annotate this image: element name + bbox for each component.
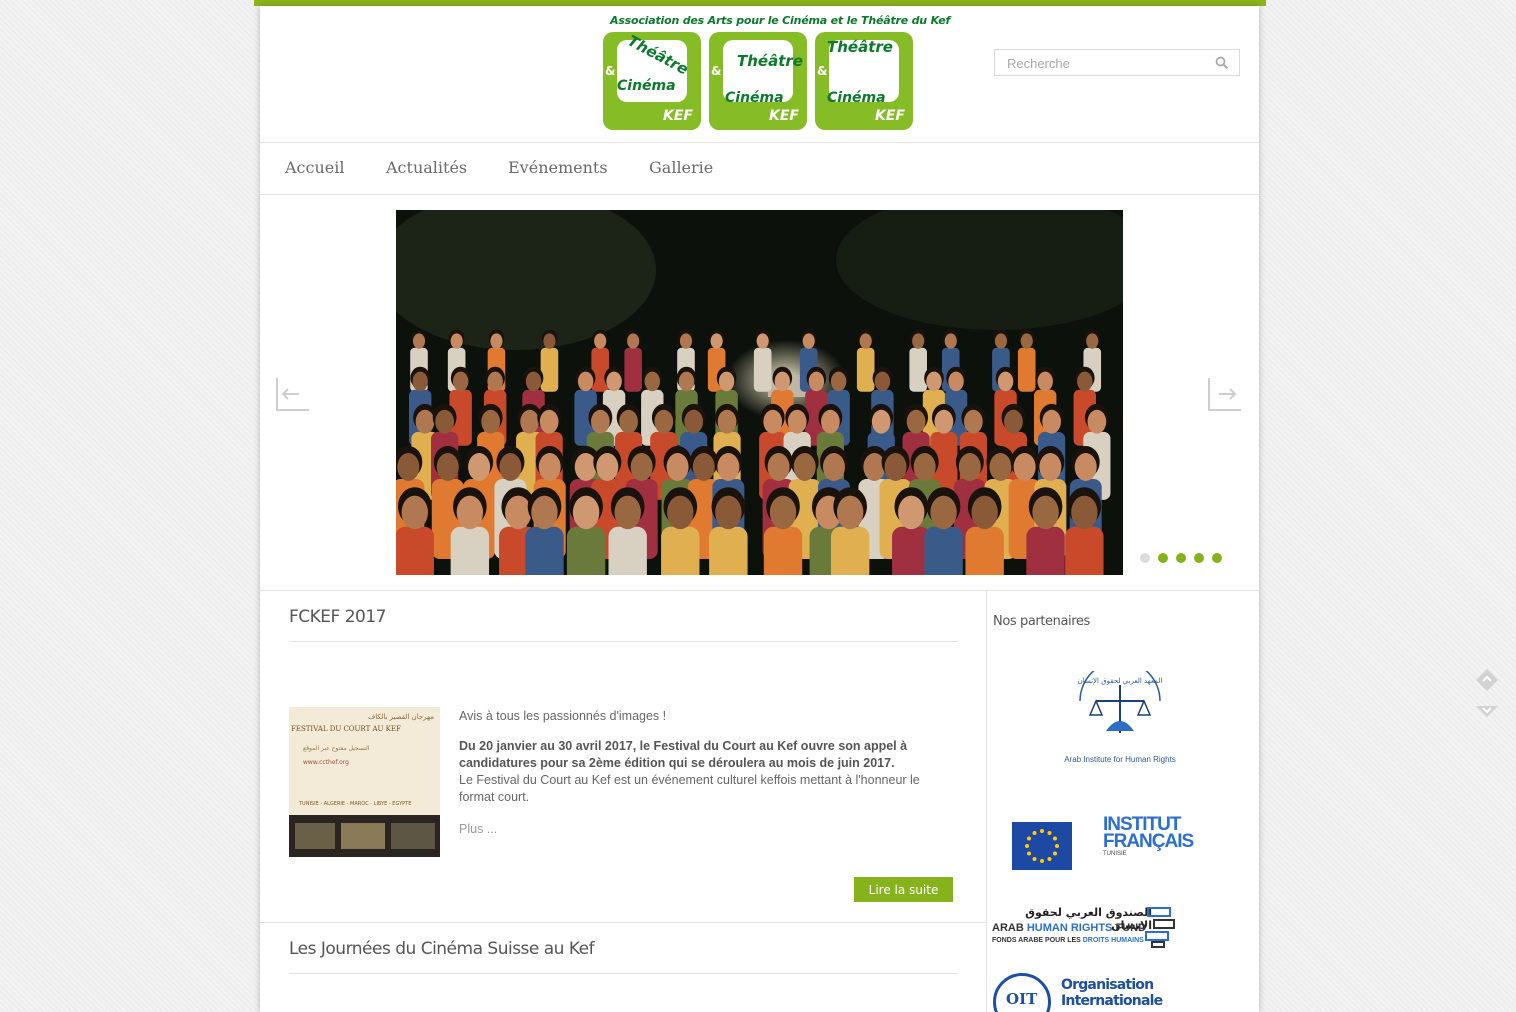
eu-stars-icon [1025,829,1059,863]
slider-dot[interactable] [1194,553,1204,563]
scroll-down-icon[interactable] [1474,702,1500,720]
arab-institute-name: Arab Institute for Human Rights [1064,755,1176,764]
ahrf-name-arab: ARAB [992,922,1024,934]
article-thumbnail[interactable]: مهرجان القصير بالكاف FESTIVAL DU COURT A… [289,707,440,857]
slider-dot[interactable] [1140,553,1150,563]
ahrf-sub: FONDS ARABE POUR LES DROITS HUMAINS [992,937,1144,944]
ahrf-sub-b: DROITS HUMAINS [1082,937,1144,944]
search-box[interactable] [994,49,1240,76]
oit-name: Organisation Internationale [1061,977,1163,1009]
ahrf-name-human-rights: HUMAN RIGHTS [1026,922,1113,934]
article-more: Plus ... [459,822,498,836]
thumb-countries: TUNISIE - ALGERIE - MAROC - LIBYE - EGYP… [299,801,412,807]
search-input[interactable] [1005,54,1209,73]
slider-next-arrow-icon[interactable] [1207,376,1243,412]
logo-word-cinema: Cinéma [725,90,784,106]
search-icon[interactable] [1215,56,1229,70]
thumb-filmstrip [289,815,440,857]
logo-word-theatre: Théâtre [827,38,893,56]
nav-item-actualites[interactable]: Actualités [386,158,467,177]
partner-institut-francais-logo[interactable]: INSTITUT FRANÇAIS TUNISIE [1103,814,1194,868]
partner-eu-flag[interactable] [1012,822,1072,870]
article-title[interactable]: FCKEF 2017 [289,607,386,627]
logo-ampersand: & [605,64,616,78]
thumb-line1: التسجيل مفتوح عبر الموقع [303,745,370,752]
slider-image[interactable] [396,210,1123,575]
oit-abbr: OIT [1006,990,1038,1008]
oit-line2: Internationale [1061,993,1163,1009]
sidebar-title: Nos partenaires [993,614,1090,629]
institut-francais-name: INSTITUT FRANÇAIS [1103,814,1194,852]
nav-item-accueil[interactable]: Accueil [285,158,344,177]
logo-word-cinema: Cinéma [617,78,676,94]
logo-ampersand: & [817,64,828,78]
page-container: Association des Arts pour le Cinéma et l… [260,6,1259,1012]
arab-institute-arabic: المعهد العربي لحقوق الإنسان [1077,677,1163,685]
oit-line1: Organisation [1061,977,1154,993]
logo-tile[interactable]: Théâtre & Cinéma KEF [709,32,807,130]
logo-tile[interactable]: Théâtre & Cinéma KEF [815,32,913,130]
oit-globe-icon: OIT [993,973,1051,1012]
nav-item-gallerie[interactable]: Gallerie [649,158,713,177]
slider-dot[interactable] [1158,553,1168,563]
article-separator [260,922,986,923]
nav-item-evenements[interactable]: Evénements [508,158,608,177]
article-body: Du 20 janvier au 30 avril 2017, le Festi… [459,738,949,806]
ahrf-sub-a: FONDS ARABE POUR LES [992,937,1083,944]
partner-arab-institute-logo[interactable]: المعهد العربي لحقوق الإنسان Arab Institu… [1060,660,1180,766]
thumb-site: www.ccthef.org [303,759,349,766]
logo-word-theatre: Théâtre [737,52,803,70]
article-bold-text: Du 20 janvier au 30 avril 2017, le Festi… [459,739,908,770]
thumb-latin-title: FESTIVAL DU COURT AU KEF [291,725,401,733]
article-title-rule [289,641,958,642]
article-title-rule [289,973,958,974]
logo-kef: KEF [769,108,799,124]
main-nav: Accueil Actualités Evénements Gallerie [260,142,1259,195]
logo-kef: KEF [875,108,905,124]
logo-tile[interactable]: Théâtre & Cinéma KEF [603,32,701,130]
ahrf-name-fund: FUND [1115,922,1147,934]
thumb-arabic-title: مهرجان القصير بالكاف [367,713,434,721]
slider-prev-arrow-icon[interactable] [275,376,311,412]
ahrf-pattern-icon [1145,907,1175,948]
slider-dot[interactable] [1176,553,1186,563]
association-name: Association des Arts pour le Cinéma et l… [610,14,951,27]
logo-kef: KEF [663,108,693,124]
section-divider [260,590,1259,591]
article-intro: Avis à tous les passionnés d'images ! [459,709,667,723]
partner-arab-human-rights-fund-logo[interactable]: الصندوق العربي لحقوق الانسان ARAB HUMAN … [992,906,1182,950]
audience-photo [396,210,1123,575]
article-body-text: Le Festival du Court au Kef est un événe… [459,773,920,804]
sidebar-divider [986,591,987,1012]
logo-ampersand: & [711,64,722,78]
slider-dot[interactable] [1212,553,1222,563]
read-more-button[interactable]: Lire la suite [854,877,953,902]
ahrf-name: ARAB HUMAN RIGHTS FUND [992,922,1146,934]
logo-word-cinema: Cinéma [827,90,886,106]
scroll-up-icon[interactable] [1474,667,1500,693]
partner-oit-logo[interactable]: OIT Organisation Internationale [993,971,1193,1012]
article-title[interactable]: Les Journées du Cinéma Suisse au Kef [289,939,595,959]
